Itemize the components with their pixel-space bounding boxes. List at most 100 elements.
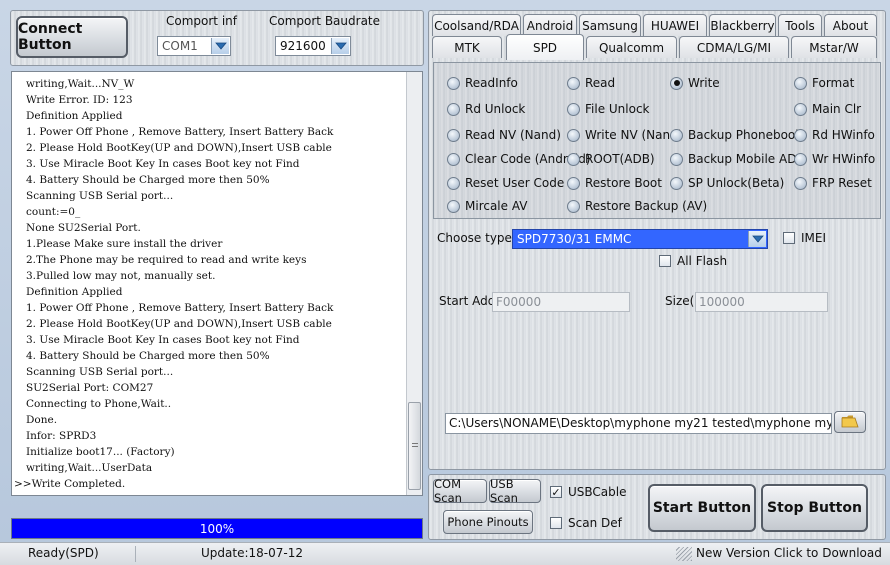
radio-label: Mircale AV [465, 199, 528, 213]
tab-qualcomm[interactable]: Qualcomm [586, 36, 677, 58]
start-button[interactable]: Start Button [648, 484, 756, 532]
radio-wr-hwinfo[interactable]: Wr HWinfo [794, 152, 875, 166]
radio-backup-mobile-adb[interactable]: Backup Mobile ADB [670, 152, 805, 166]
log-line: Write Error. ID: 123 [26, 94, 133, 106]
tab-mstar-w[interactable]: Mstar/W [791, 36, 877, 58]
tab-coolsand-rda[interactable]: Coolsand/RDA [432, 14, 521, 36]
radio-main-clr[interactable]: Main Clr [794, 102, 861, 116]
chevron-down-icon [748, 231, 766, 247]
radio-indicator [567, 102, 580, 116]
log-line: Connecting to Phone,Wait.. [26, 398, 172, 410]
radio-indicator [447, 128, 460, 142]
status-state: Ready(SPD) [28, 546, 99, 560]
radio-indicator [567, 128, 580, 142]
new-version-link[interactable]: New Version Click to Download [696, 546, 882, 560]
tab-mtk[interactable]: MTK [432, 36, 502, 58]
radio-indicator [447, 102, 460, 116]
radio-label: Write [688, 76, 720, 90]
status-bar: Ready(SPD) Update:18-07-12 New Version C… [0, 542, 890, 565]
radio-label: Restore Boot [585, 176, 662, 190]
log-line: 2.The Phone may be required to read and … [26, 254, 307, 266]
radio-write-nv-nand[interactable]: Write NV (Nand) [567, 128, 682, 142]
radio-frp-reset[interactable]: FRP Reset [794, 176, 872, 190]
all-flash-label: All Flash [677, 254, 728, 268]
file-path-input[interactable]: C:\Users\NONAME\Desktop\myphone my21 tes… [445, 413, 832, 434]
radio-format[interactable]: Format [794, 76, 854, 90]
radio-indicator [794, 176, 807, 190]
radio-indicator [794, 102, 807, 116]
radio-backup-phonebook[interactable]: Backup Phonebook [670, 128, 802, 142]
radio-root-adb[interactable]: ROOT(ADB) [567, 152, 655, 166]
stop-button[interactable]: Stop Button [761, 484, 868, 532]
radio-indicator [670, 76, 683, 90]
progress-bar: 100% [11, 518, 423, 539]
log-line: writing,Wait...UserData [26, 462, 153, 474]
radio-restore-backup-av[interactable]: Restore Backup (AV) [567, 199, 707, 213]
all-flash-checkbox[interactable]: All Flash [659, 254, 727, 268]
log-line: count:=0_ [26, 206, 81, 218]
usb-cable-label: USBCable [568, 485, 627, 499]
radio-readinfo[interactable]: ReadInfo [447, 76, 518, 90]
tab-about[interactable]: About [824, 14, 877, 36]
folder-icon [841, 414, 859, 431]
checkbox-box [550, 517, 562, 529]
grip-icon [676, 547, 692, 561]
radio-read-nv-nand[interactable]: Read NV (Nand) [447, 128, 561, 142]
radio-restore-boot[interactable]: Restore Boot [567, 176, 662, 190]
tab-tools[interactable]: Tools [778, 14, 822, 36]
checkbox-box: ✓ [550, 485, 562, 499]
log-output[interactable]: writing,Wait...NV_W Write Error. ID: 123 D… [11, 71, 423, 496]
usb-cable-checkbox[interactable]: ✓ USBCable [550, 485, 627, 499]
radio-indicator [794, 152, 807, 166]
tab-huawei[interactable]: HUAWEI [643, 14, 707, 36]
tab-spd[interactable]: SPD [506, 34, 584, 60]
log-line: 3. Use Miracle Boot Key In cases Boot ke… [26, 158, 300, 170]
connect-button[interactable]: Connect Button [16, 16, 128, 58]
radio-rd-unlock[interactable]: Rd Unlock [447, 102, 525, 116]
log-line: writing,Wait...NV_W [26, 78, 135, 90]
status-divider [135, 546, 136, 562]
chip-type-select[interactable]: SPD7730/31 EMMC [512, 229, 768, 249]
log-line: Initialize boot17... (Factory) [26, 446, 175, 458]
radio-label: Write NV (Nand) [585, 128, 683, 142]
radio-mircale-av[interactable]: Mircale AV [447, 199, 528, 213]
size-input[interactable]: 100000 [695, 292, 828, 312]
log-scrollbar[interactable] [406, 72, 422, 495]
comport-select[interactable]: COM1 [157, 36, 231, 56]
usb-scan-button[interactable]: USB Scan [489, 477, 541, 505]
radio-indicator [670, 152, 683, 166]
scrollbar-thumb[interactable] [408, 402, 421, 490]
log-line: 3.Pulled low may not, manually set. [26, 270, 216, 282]
scan-def-checkbox[interactable]: Scan Def [550, 516, 622, 530]
radio-file-unlock[interactable]: File Unlock [567, 102, 650, 116]
radio-indicator [447, 199, 460, 213]
phone-pinouts-button[interactable]: Phone Pinouts [443, 510, 533, 534]
radio-label: FRP Reset [812, 176, 872, 190]
chevron-down-icon [331, 38, 349, 54]
radio-label: Wr HWinfo [812, 152, 876, 166]
radio-indicator [794, 128, 807, 142]
imei-checkbox[interactable]: IMEI [783, 231, 826, 245]
status-update: Update:18-07-12 [201, 546, 303, 560]
radio-rd-hwinfo[interactable]: Rd HWinfo [794, 128, 875, 142]
tab-cdma-lg-mi[interactable]: CDMA/LG/MI [679, 36, 789, 58]
open-folder-button[interactable] [834, 411, 866, 433]
radio-sp-unlock-beta[interactable]: SP Unlock(Beta) [670, 176, 784, 190]
tab-android[interactable]: Android [523, 14, 577, 36]
tab-samsung[interactable]: Samsung [579, 14, 641, 36]
radio-indicator [567, 76, 580, 90]
radio-label: Backup Phonebook [688, 128, 803, 142]
radio-label: Main Clr [812, 102, 862, 116]
log-line: 1.Please Make sure install the driver [26, 238, 223, 250]
radio-label: Reset User Code [465, 176, 565, 190]
checkbox-box [659, 255, 671, 267]
radio-read[interactable]: Read [567, 76, 615, 90]
radio-write[interactable]: Write [670, 76, 720, 90]
radio-label: SP Unlock(Beta) [688, 176, 785, 190]
baud-select[interactable]: 921600 [275, 36, 351, 56]
tab-blackberry[interactable]: Blackberry [709, 14, 776, 36]
start-addr-input[interactable]: F00000 [492, 292, 630, 312]
radio-label: Backup Mobile ADB [688, 152, 805, 166]
radio-reset-user-code[interactable]: Reset User Code [447, 176, 564, 190]
com-scan-button[interactable]: COM Scan [433, 477, 487, 505]
